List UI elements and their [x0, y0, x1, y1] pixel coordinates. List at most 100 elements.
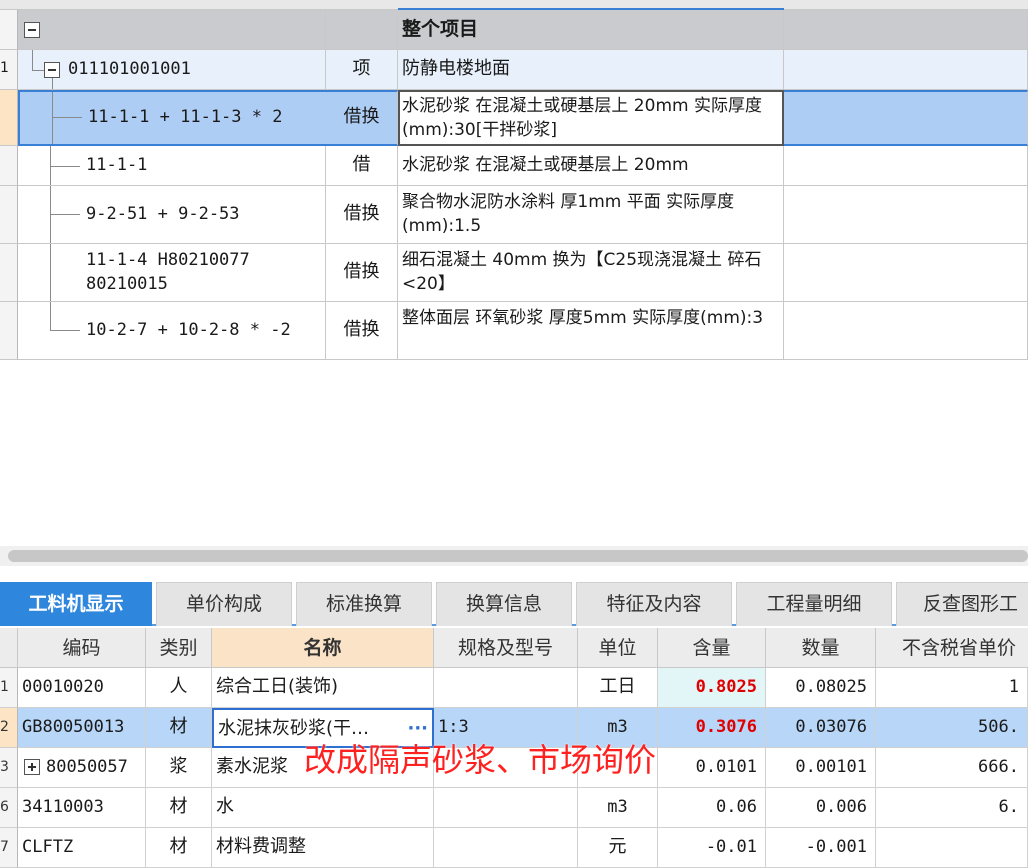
cell-code[interactable]: GB80050013 — [18, 708, 146, 748]
tab-quantity-detail[interactable]: 工程量明细 — [736, 582, 892, 626]
item-code: 011101001001 — [68, 59, 191, 79]
tree-row-name[interactable]: 水泥砂浆 在混凝土或硬基层上 20mm — [398, 146, 784, 186]
scrollbar-thumb[interactable] — [8, 550, 1028, 562]
col-header-code[interactable]: 编码 — [18, 628, 146, 668]
cell-content[interactable]: 0.06 — [658, 788, 766, 828]
tree-row-code[interactable]: 11-1-4 H80210077 80210015 — [18, 244, 326, 302]
tree-row-code[interactable]: 10-2-7 + 10-2-8 * -2 — [18, 302, 326, 360]
cell-spec[interactable] — [434, 828, 578, 868]
tree-line — [32, 70, 44, 71]
tree-line — [50, 166, 80, 167]
col-header-content[interactable]: 含量 — [658, 628, 766, 668]
cell-type[interactable]: 材 — [146, 788, 212, 828]
tree-row-name-editing[interactable]: 水泥砂浆 在混凝土或硬基层上 20mm 实际厚度(mm):30[干拌砂浆] — [398, 90, 784, 146]
cell-price[interactable]: 1 — [876, 668, 1028, 708]
tree-top-strip-mark — [398, 0, 784, 10]
cell-type[interactable]: 材 — [146, 828, 212, 868]
tree-line — [50, 244, 51, 301]
tree-line — [52, 92, 53, 144]
cell-quantity[interactable]: 0.08025 — [766, 668, 876, 708]
tree-line — [50, 330, 80, 331]
tree-row-code[interactable]: 11-1-1 — [18, 146, 326, 186]
tab-standard-conversion[interactable]: 标准换算 — [296, 582, 432, 626]
cell-content[interactable]: 0.8025 — [658, 668, 766, 708]
item-code: 11-1-4 H80210077 80210015 — [86, 250, 250, 294]
col-header-quantity[interactable]: 数量 — [766, 628, 876, 668]
cell-unit[interactable]: 元 — [578, 828, 658, 868]
tree-line — [52, 117, 82, 118]
cell-spec[interactable] — [434, 788, 578, 828]
cell-price[interactable] — [876, 828, 1028, 868]
cell-quantity[interactable]: -0.001 — [766, 828, 876, 868]
tab-labor-material-machine[interactable]: 工料机显示 — [0, 582, 152, 626]
row-gutter — [0, 302, 18, 360]
col-header-type[interactable]: 类别 — [146, 628, 212, 668]
cell-quantity[interactable]: 0.00101 — [766, 748, 876, 788]
tree-row-name[interactable]: 聚合物水泥防水涂料 厚1mm 平面 实际厚度(mm):1.5 — [398, 186, 784, 244]
tree-row-name[interactable]: 细石混凝土 40mm 换为【C25现浇混凝土 碎石<20】 — [398, 244, 784, 302]
tree-row-type: 借换 — [326, 244, 398, 302]
tree-row-code[interactable]: 011101001001 — [18, 50, 326, 90]
col-header-spec[interactable]: 规格及型号 — [434, 628, 578, 668]
tree-row-extra — [784, 50, 1028, 90]
row-gutter — [0, 244, 18, 302]
cell-unit[interactable]: 工日 — [578, 668, 658, 708]
tab-unit-price[interactable]: 单价构成 — [156, 582, 292, 626]
cell-code[interactable]: CLFTZ — [18, 828, 146, 868]
quota-tree-grid: 整个项目 1 011101001001 项 防静电楼地面 11-1-1 + 11… — [0, 0, 1028, 362]
cell-name[interactable]: 材料费调整 — [212, 828, 434, 868]
tree-row-type: 借换 — [326, 90, 398, 146]
col-header-price[interactable]: 不含税省单价 — [876, 628, 1028, 668]
collapse-icon[interactable] — [44, 62, 60, 78]
row-number: 2 — [0, 708, 18, 748]
cell-code[interactable]: 34110003 — [18, 788, 146, 828]
cell-price[interactable]: 506. — [876, 708, 1028, 748]
tree-row-type: 借 — [326, 146, 398, 186]
col-header-name[interactable]: 名称 — [212, 628, 434, 668]
cell-content[interactable]: 0.3076 — [658, 708, 766, 748]
cell-type[interactable]: 浆 — [146, 748, 212, 788]
item-code: 11-1-1 + 11-1-3 * 2 — [88, 107, 283, 127]
tree-row-extra — [784, 146, 1028, 186]
cell-content[interactable]: 0.0101 — [658, 748, 766, 788]
tree-line — [50, 186, 51, 243]
cell-code[interactable]: 00010020 — [18, 668, 146, 708]
tab-reverse-lookup[interactable]: 反查图形工 — [896, 582, 1028, 626]
tree-row-code[interactable]: 11-1-1 + 11-1-3 * 2 — [18, 90, 326, 146]
cell-unit[interactable]: m3 — [578, 788, 658, 828]
tree-row-type: 项 — [326, 50, 398, 90]
cell-quantity[interactable]: 0.03076 — [766, 708, 876, 748]
tree-row-code[interactable]: 9-2-51 + 9-2-53 — [18, 186, 326, 244]
tree-row-extra — [784, 302, 1028, 360]
tree-row-type: 借换 — [326, 302, 398, 360]
collapse-icon[interactable] — [24, 22, 40, 38]
cell-name[interactable]: 水 — [212, 788, 434, 828]
header-gutter — [0, 628, 18, 668]
row-gutter: 1 — [0, 50, 18, 90]
tree-header-extra — [784, 10, 1028, 50]
expand-icon[interactable] — [24, 759, 40, 775]
cell-spec[interactable] — [434, 668, 578, 708]
tree-line — [50, 302, 51, 330]
col-header-unit[interactable]: 单位 — [578, 628, 658, 668]
cell-code[interactable]: 80050057 — [18, 748, 146, 788]
horizontal-scrollbar[interactable] — [0, 546, 1028, 566]
tree-header-code[interactable] — [18, 10, 326, 50]
cell-price[interactable]: 6. — [876, 788, 1028, 828]
tree-line — [50, 214, 80, 215]
cell-content[interactable]: -0.01 — [658, 828, 766, 868]
tab-features[interactable]: 特征及内容 — [576, 582, 732, 626]
cell-type[interactable]: 材 — [146, 708, 212, 748]
tab-conversion-info[interactable]: 换算信息 — [436, 582, 572, 626]
cell-name-text: 水泥抹灰砂浆(干… — [218, 718, 370, 739]
row-gutter — [0, 10, 18, 50]
cell-price[interactable]: 666. — [876, 748, 1028, 788]
row-gutter — [0, 90, 18, 146]
cell-name[interactable]: 综合工日(装饰) — [212, 668, 434, 708]
cell-quantity[interactable]: 0.006 — [766, 788, 876, 828]
cell-type[interactable]: 人 — [146, 668, 212, 708]
tree-row-name[interactable]: 防静电楼地面 — [398, 50, 784, 90]
tree-row-name[interactable]: 整体面层 环氧砂浆 厚度5mm 实际厚度(mm):3 — [398, 302, 784, 360]
tree-header-type — [326, 10, 398, 50]
red-annotation: 改成隔声砂浆、市场询价 — [304, 741, 657, 779]
